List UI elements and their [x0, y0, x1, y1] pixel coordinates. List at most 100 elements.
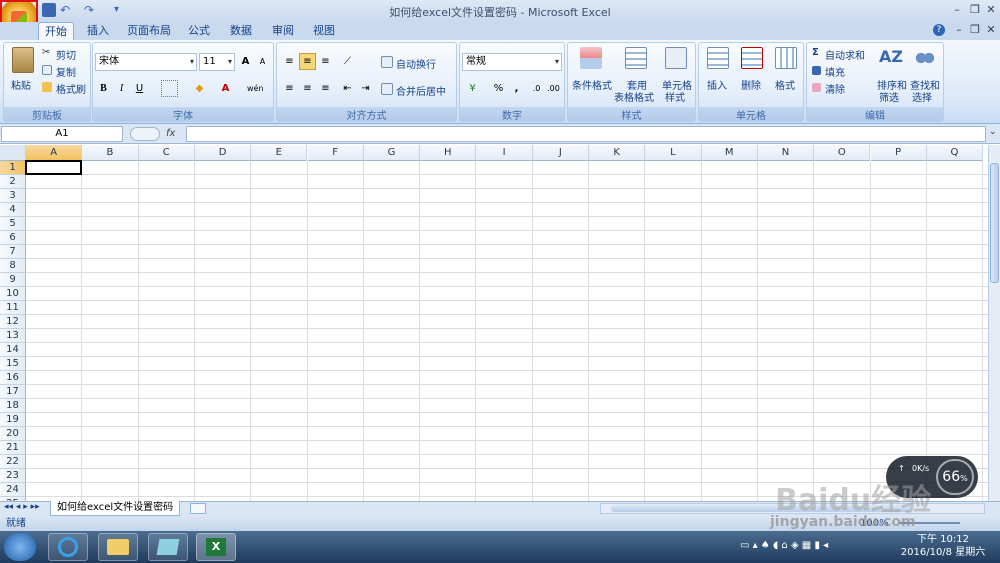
insert-cells-button[interactable]: 插入 — [707, 77, 727, 92]
increase-decimal-icon[interactable]: .0 — [528, 80, 545, 97]
tab-formulas[interactable]: 公式 — [182, 22, 216, 40]
wrap-text-button[interactable]: 自动换行 — [396, 56, 436, 71]
clear-button[interactable]: 清除 — [825, 81, 845, 96]
format-painter-button[interactable]: 格式刷 — [56, 81, 86, 96]
grow-font-button[interactable]: A — [237, 53, 254, 70]
row-header-12[interactable]: 12 — [0, 315, 26, 329]
insert-sheet-icon[interactable] — [190, 503, 206, 514]
merge-center-button[interactable]: 合并后居中 — [396, 83, 446, 98]
currency-icon[interactable]: ¥ — [464, 80, 481, 97]
row-header-8[interactable]: 8 — [0, 259, 26, 273]
row-header-15[interactable]: 15 — [0, 357, 26, 371]
row-header-6[interactable]: 6 — [0, 231, 26, 245]
cell-style-button-line2[interactable]: 样式 — [665, 89, 685, 104]
row-header-5[interactable]: 5 — [0, 217, 26, 231]
tab-review[interactable]: 审阅 — [266, 22, 300, 40]
row-header-1[interactable]: 1 — [0, 161, 26, 175]
row-header-19[interactable]: 19 — [0, 413, 26, 427]
number-format-combo[interactable]: 常规 ▾ — [462, 53, 562, 71]
autosum-button[interactable]: 自动求和 — [825, 47, 865, 62]
row-header-7[interactable]: 7 — [0, 245, 26, 259]
font-color-icon[interactable]: A — [217, 80, 234, 97]
font-name-combo[interactable]: 宋体 ▾ — [95, 53, 197, 71]
minimize-button[interactable]: – — [948, 2, 966, 18]
column-header-e[interactable]: E — [251, 145, 308, 161]
percent-button[interactable]: % — [490, 80, 507, 97]
row-header-18[interactable]: 18 — [0, 399, 26, 413]
row-header-24[interactable]: 24 — [0, 483, 26, 497]
orientation-icon[interactable]: ⟋ — [339, 53, 356, 70]
system-tray-icons[interactable]: ▭ ▴ ♠ ◖ ⌂ ◈ ▦ ▮ ◂ — [740, 540, 828, 551]
align-top-icon[interactable]: ≡ — [281, 53, 298, 70]
find-select-button-line2[interactable]: 选择 — [912, 89, 932, 104]
column-header-h[interactable]: H — [420, 145, 477, 161]
column-header-g[interactable]: G — [363, 145, 421, 161]
select-all-corner[interactable] — [0, 145, 26, 161]
workbook-close-button[interactable]: ✕ — [982, 22, 1000, 38]
worksheet-grid[interactable]: A B C D E F G H I J K L M N O P Q 1 2 3 4 5 6 7 8 9 10 11 12 13 14 15 16… — [0, 145, 988, 501]
row-header-2[interactable]: 2 — [0, 175, 26, 189]
taskbar-app-icon[interactable] — [148, 533, 188, 561]
sheet-tab[interactable]: 如何给excel文件设置密码 — [50, 501, 181, 516]
decrease-decimal-icon[interactable]: .00 — [545, 80, 562, 97]
fill-button[interactable]: 填充 — [825, 64, 845, 79]
column-header-o[interactable]: O — [814, 145, 871, 161]
column-header-i[interactable]: I — [476, 145, 533, 161]
row-header-10[interactable]: 10 — [0, 287, 26, 301]
italic-button[interactable]: I — [113, 80, 130, 97]
row-header-22[interactable]: 22 — [0, 455, 26, 469]
taskbar-ie-icon[interactable] — [48, 533, 88, 561]
cut-button[interactable]: 剪切 — [56, 47, 76, 62]
font-size-combo[interactable]: 11 ▾ — [199, 53, 235, 71]
row-header-21[interactable]: 21 — [0, 441, 26, 455]
column-header-p[interactable]: P — [870, 145, 927, 161]
row-header-17[interactable]: 17 — [0, 385, 26, 399]
column-header-f[interactable]: F — [307, 145, 364, 161]
paste-button[interactable]: 粘贴 — [11, 77, 31, 92]
tab-page-layout[interactable]: 页面布局 — [121, 22, 177, 40]
table-format-button-line2[interactable]: 表格格式 — [614, 89, 654, 104]
quick-access-dropdown-icon[interactable]: ▾ — [114, 3, 128, 17]
row-header-23[interactable]: 23 — [0, 469, 26, 483]
row-header-3[interactable]: 3 — [0, 189, 26, 203]
column-header-l[interactable]: L — [645, 145, 702, 161]
column-header-d[interactable]: D — [194, 145, 252, 161]
column-header-a[interactable]: A — [26, 145, 83, 161]
increase-indent-icon[interactable]: ⇥ — [357, 80, 374, 97]
tab-view[interactable]: 视图 — [307, 22, 341, 40]
comma-button[interactable]: , — [508, 80, 525, 97]
borders-icon[interactable] — [161, 80, 178, 97]
align-middle-icon[interactable]: ≡ — [299, 53, 316, 70]
help-icon[interactable]: ? — [933, 24, 945, 36]
tab-home[interactable]: 开始 — [38, 22, 74, 40]
taskbar-explorer-icon[interactable] — [98, 533, 138, 561]
copy-button[interactable]: 复制 — [56, 64, 76, 79]
sheet-nav-arrows-icon[interactable]: ◂◂ ◂ ▸ ▸▸ — [4, 502, 40, 512]
shrink-font-button[interactable]: A — [254, 53, 271, 70]
row-header-4[interactable]: 4 — [0, 203, 26, 217]
tab-data[interactable]: 数据 — [224, 22, 258, 40]
column-header-q[interactable]: Q — [926, 145, 984, 161]
decrease-indent-icon[interactable]: ⇤ — [339, 80, 356, 97]
row-header-11[interactable]: 11 — [0, 301, 26, 315]
expand-formula-bar-icon[interactable]: ⌄ — [989, 127, 999, 141]
row-header-14[interactable]: 14 — [0, 343, 26, 357]
conditional-format-button[interactable]: 条件格式 — [572, 77, 612, 92]
taskbar-excel-icon[interactable]: X — [196, 533, 236, 561]
row-header-9[interactable]: 9 — [0, 273, 26, 287]
system-clock[interactable]: 下午 10:12 2016/10/8 星期六 — [893, 533, 993, 559]
sort-filter-button-line2[interactable]: 筛选 — [879, 89, 899, 104]
formula-input[interactable] — [186, 126, 986, 142]
insert-function-button[interactable]: fx — [166, 126, 186, 142]
align-right-icon[interactable]: ≡ — [317, 80, 334, 97]
vertical-scroll-thumb[interactable] — [990, 163, 999, 283]
column-header-j[interactable]: J — [532, 145, 589, 161]
row-header-16[interactable]: 16 — [0, 371, 26, 385]
save-icon[interactable] — [42, 3, 56, 17]
column-header-c[interactable]: C — [138, 145, 195, 161]
close-button[interactable]: ✕ — [982, 2, 1000, 18]
column-header-b[interactable]: B — [82, 145, 139, 161]
align-center-icon[interactable]: ≡ — [299, 80, 316, 97]
undo-icon[interactable]: ↶ — [60, 3, 74, 17]
active-cell-a1[interactable] — [25, 160, 83, 175]
